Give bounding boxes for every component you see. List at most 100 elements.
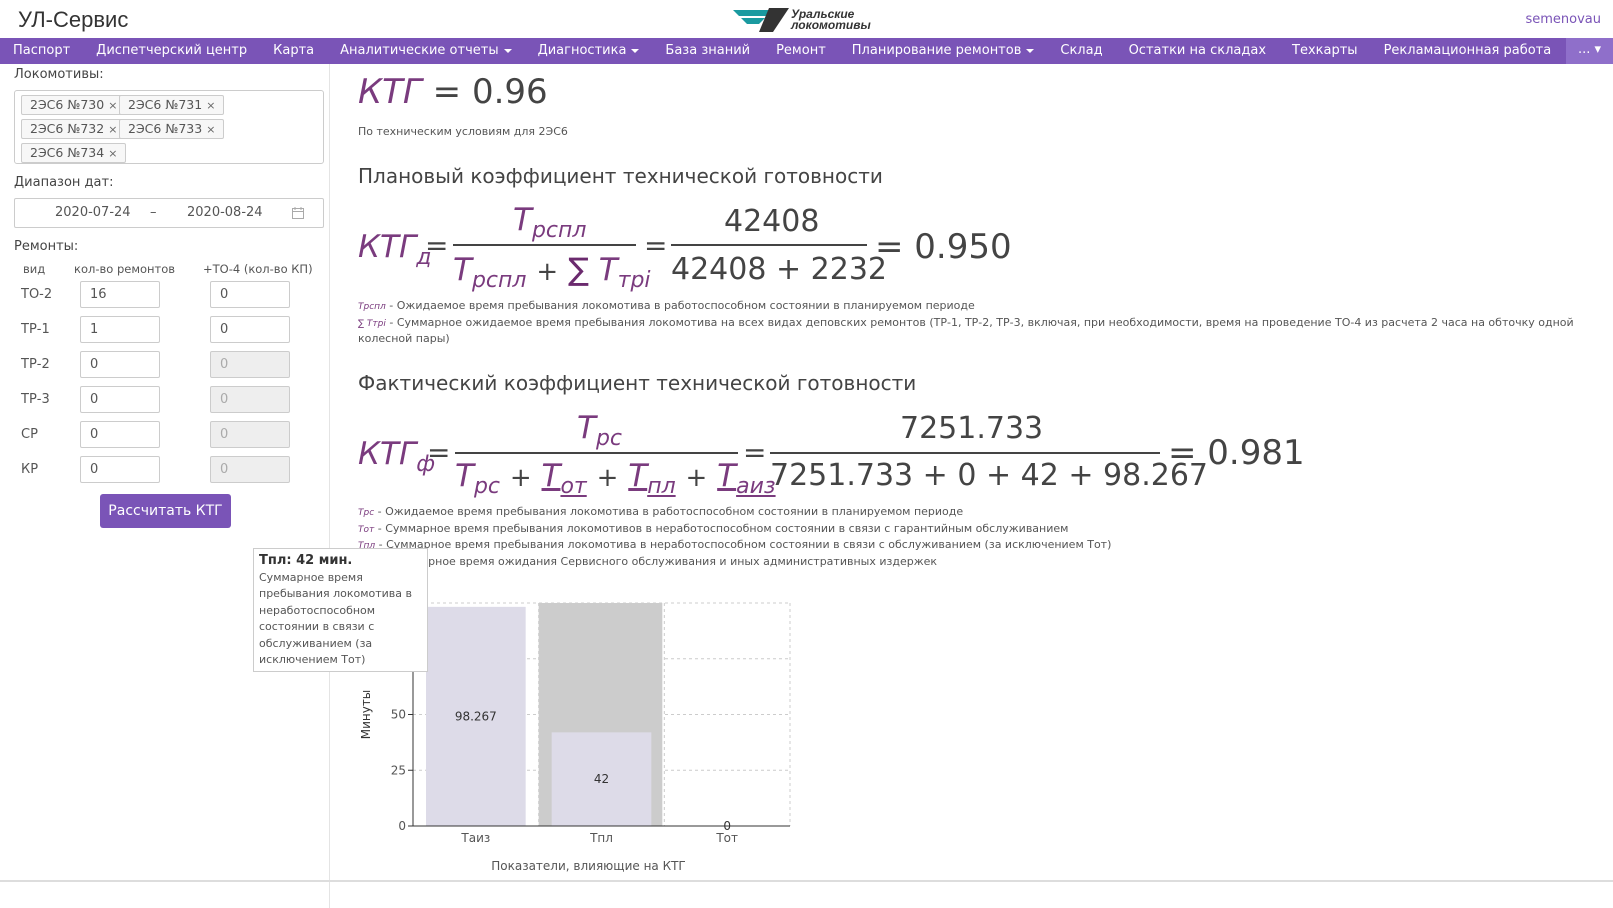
plan-numerator-symbol: Tрспл <box>513 202 587 244</box>
fact-lhs: КТГ <box>358 436 417 472</box>
note-text: - Суммарное время пребывания локомотивов… <box>374 521 1069 535</box>
main-nav: Паспорт Диспетчерский центр Карта Аналитиче… <box>0 38 1613 64</box>
nav-item-1[interactable]: Диспетчерский центр <box>83 38 260 64</box>
fact-denominator-symbols: Tрс + Tот + Tпл + Tаиз <box>455 458 776 500</box>
ktg-note: По техническим условиям для 2ЭС6 <box>358 125 568 138</box>
remove-chip-icon[interactable]: × <box>206 123 215 136</box>
app-title[interactable]: УЛ-Сервис <box>18 7 128 33</box>
note-text: - Суммарное время пребывания локомотива … <box>375 538 1112 551</box>
formula-note: ∑ Tтрi - Суммарное ожидаемое время пребы… <box>358 316 1574 329</box>
calculate-ktg-button[interactable]: Рассчитать КТГ <box>100 494 231 528</box>
actual-ktg-title: Фактический коэффициент технической гото… <box>358 371 917 395</box>
plan-denominator: 42408 + 2232 <box>671 252 887 287</box>
nav-item-0[interactable]: Паспорт <box>0 38 83 64</box>
user-menu[interactable]: semenovau <box>1525 12 1601 27</box>
date-range-picker[interactable]: 2020-07-24 – 2020-08-24 <box>14 198 324 228</box>
nav-item-8[interactable]: Склад <box>1047 38 1115 64</box>
nav-item-label: Ремонт <box>776 43 826 58</box>
plan-result: = 0.950 <box>875 227 1012 267</box>
fact-fraction-line-1 <box>455 452 738 454</box>
repair-count-input[interactable]: 0 <box>80 351 160 378</box>
locomotive-chip-label: 2ЭС6 №734 <box>30 145 105 160</box>
formula-note: колесной пары) <box>358 332 450 345</box>
nav-item-11[interactable]: Рекламационная работа <box>1371 38 1565 64</box>
repair-count-input[interactable]: 1 <box>80 316 160 343</box>
repair-kind-label: ТР-2 <box>21 357 50 372</box>
locomotive-multiselect[interactable]: 2ЭС6 №730 × 2ЭС6 №731 × 2ЭС6 №732 × 2ЭС6 №733 ×… <box>14 90 324 164</box>
fact-result: = 0.981 <box>1168 433 1305 473</box>
date-from[interactable]: 2020-07-24 <box>55 205 131 220</box>
ktg-value: КТГ = 0.96 <box>358 72 548 112</box>
locomotives-label: Локомотивы: <box>14 67 104 82</box>
note-symbol: Tрспл <box>358 302 386 312</box>
planned-ktg-title: Плановый коэффициент технической готовно… <box>358 164 883 188</box>
note-text: - Суммарное ожидаемое время пребывания л… <box>385 315 1574 329</box>
locomotive-chip: 2ЭС6 №731 × <box>119 95 225 115</box>
repair-count-input[interactable]: 0 <box>80 421 160 448</box>
sidebar <box>0 64 330 908</box>
caret-down-icon <box>631 48 640 53</box>
plan-fraction-line-2 <box>671 244 867 246</box>
plan-denominator-symbols: Tрспл + ∑ Tтрi <box>453 252 651 294</box>
repairs-label: Ремонты: <box>14 239 79 254</box>
nav-item-10[interactable]: Техкарты <box>1279 38 1371 64</box>
nav-item-3[interactable]: Аналитические отчеты <box>327 38 524 64</box>
tooltip-line: состоянии в связи с <box>259 620 375 633</box>
to4-count-input[interactable]: 0 <box>210 316 290 343</box>
tooltip-line: неработоспособном <box>259 603 376 617</box>
nav-item-2[interactable]: Карта <box>260 38 327 64</box>
locomotive-chip-label: 2ЭС6 №733 <box>128 121 203 136</box>
formula-note: Tрспл - Ожидаемое время пребывания локом… <box>358 299 975 312</box>
repair-count-input[interactable]: 16 <box>80 281 160 308</box>
caret-down-icon <box>503 48 512 53</box>
to4-count-input: 0 <box>210 456 290 483</box>
locomotive-chip-label: 2ЭС6 №731 <box>128 97 203 112</box>
locomotive-chip: 2ЭС6 №730 × <box>21 95 127 115</box>
plan-numerator: 42408 <box>724 204 820 239</box>
company-logo[interactable]: Уральские локомотивы <box>733 5 871 35</box>
nav-item-6[interactable]: Ремонт <box>763 38 839 64</box>
remove-chip-icon[interactable]: × <box>108 147 117 160</box>
nav-item-label: Склад <box>1060 43 1103 58</box>
nav-item-9[interactable]: Остатки на складах <box>1116 38 1279 64</box>
col-to4-header: +ТО-4 (кол-во КП) <box>203 262 313 276</box>
nav-item-label: Остатки на складах <box>1128 43 1267 58</box>
chart-tooltip: Тпл: 42 мин. Суммарное время пребывания л… <box>253 548 428 672</box>
caret-down-icon <box>1026 48 1035 53</box>
locomotive-chip: 2ЭС6 №734 × <box>21 143 127 163</box>
nav-item-label: Паспорт <box>13 43 71 58</box>
calendar-icon[interactable] <box>292 207 304 219</box>
to4-count-input[interactable]: 0 <box>210 281 290 308</box>
repair-kind-label: ТР-1 <box>21 322 50 337</box>
date-to[interactable]: 2020-08-24 <box>187 205 263 220</box>
fact-fraction-line-2 <box>770 452 1160 454</box>
nav-item-7[interactable]: Планирование ремонтов <box>839 38 1048 64</box>
remove-chip-icon[interactable]: × <box>108 123 117 136</box>
formula-note: Tрс - Ожидаемое время пребывания локомот… <box>358 505 963 518</box>
note-text: - Ожидаемое время пребывания локомотива … <box>374 505 964 518</box>
to4-count-input: 0 <box>210 351 290 378</box>
tooltip-title: Тпл: 42 мин. <box>259 553 353 568</box>
window-bottom-edge <box>0 880 1613 882</box>
nav-item-label: База знаний <box>665 43 751 58</box>
repair-count-input[interactable]: 0 <box>80 386 160 413</box>
note-text: - Суммарное время ожидания Сервисного об… <box>379 554 938 568</box>
nav-item-4[interactable]: Диагностика <box>525 38 653 64</box>
to4-count-input: 0 <box>210 421 290 448</box>
repair-count-input[interactable]: 0 <box>80 456 160 483</box>
locomotive-chip-label: 2ЭС6 №732 <box>30 121 105 136</box>
col-count-header: кол-во ремонтов <box>74 262 176 276</box>
repair-kind-label: КР <box>21 462 39 477</box>
note-text: колесной пары) <box>358 332 450 345</box>
remove-chip-icon[interactable]: × <box>206 99 215 112</box>
nav-item-5[interactable]: База знаний <box>652 38 763 64</box>
formula-note: Tот - Суммарное время пребывания локомот… <box>358 522 1068 535</box>
logo-emblem-icon <box>733 8 789 32</box>
logo-line-2: локомотивы <box>791 18 871 32</box>
nav-more-button[interactable]: ... ▾ <box>1566 38 1613 64</box>
tooltip-body: Суммарное время пребывания локомотива в не… <box>259 570 422 669</box>
repair-kind-label: СР <box>21 427 38 442</box>
remove-chip-icon[interactable]: × <box>108 99 117 112</box>
nav-item-label: Карта <box>273 43 315 58</box>
fact-numerator-symbol: Tрс <box>577 410 622 452</box>
